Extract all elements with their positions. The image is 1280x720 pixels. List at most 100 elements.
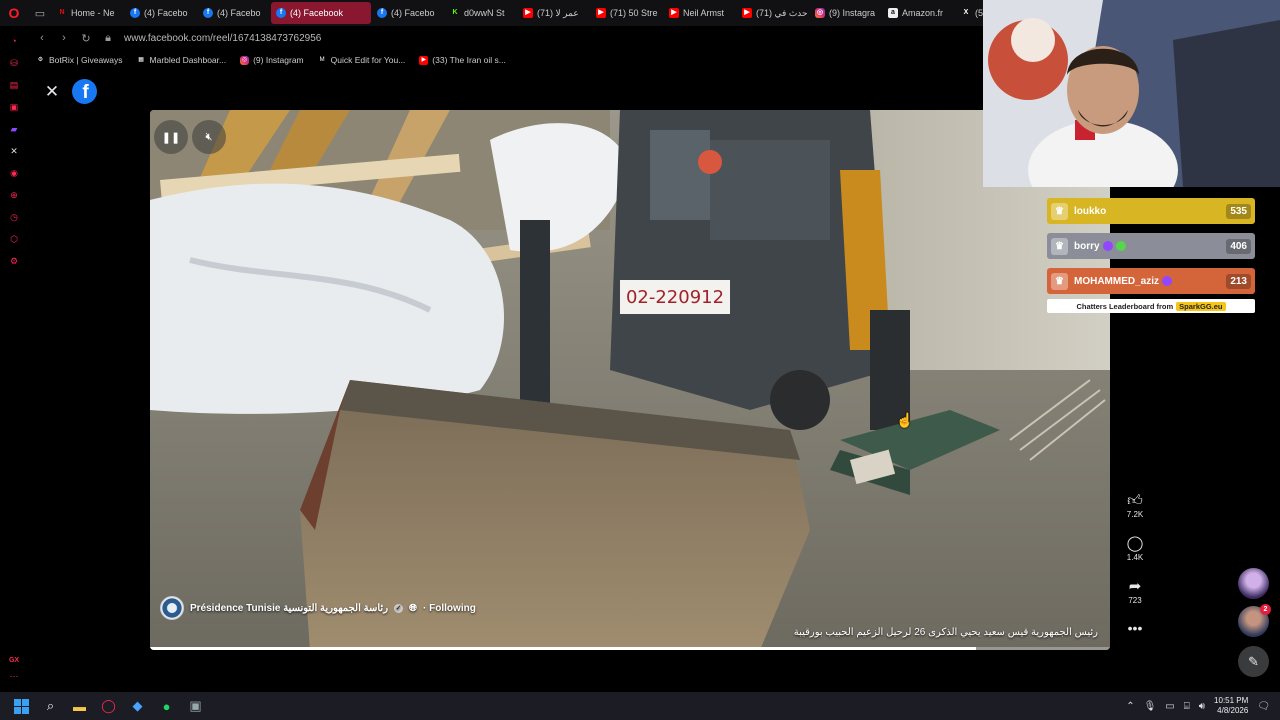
reel-caption: رئيس الجمهورية قيس سعيد يحيي الذكرى 26 ل…	[793, 627, 1098, 638]
start-button[interactable]	[7, 692, 36, 720]
leaderboard-row: ♛ MOHAMMED_aziz 213	[1047, 268, 1255, 294]
share-count: 723	[1128, 596, 1142, 605]
share-icon: ➦	[1128, 578, 1142, 595]
history-icon[interactable]: ◷	[7, 210, 21, 224]
tab-title: d0wwN St	[464, 8, 505, 18]
youtube-icon: ▶	[669, 8, 679, 18]
author-name[interactable]: Présidence Tunisie رئاسة الجمهورية التون…	[190, 603, 388, 614]
microphone-icon[interactable]: 🎙︎	[1144, 701, 1157, 712]
gx-corner-icon[interactable]: ⛁	[7, 56, 21, 70]
crown-icon: ♛	[1051, 272, 1068, 290]
new-message-button[interactable]: ✎	[1238, 646, 1269, 677]
facebook-icon: f	[377, 8, 387, 18]
settings-icon[interactable]: ⚙	[7, 254, 21, 268]
mute-button[interactable]: 🔇︎	[192, 120, 226, 154]
facebook-icon: f	[130, 8, 140, 18]
tab[interactable]: ◎ (9) Instagra	[810, 2, 882, 24]
youtube-icon: ▶	[419, 55, 429, 65]
app-icon[interactable]: ◆	[123, 692, 152, 720]
tab[interactable]: f (4) Facebo	[198, 2, 270, 24]
share-button[interactable]: ➦ 723	[1118, 578, 1152, 605]
tab-title: Neil Armst	[683, 8, 725, 18]
leaderboard-name-wrap: borry	[1074, 241, 1226, 252]
tab[interactable]: ▶ (71) 50 Stre	[591, 2, 663, 24]
like-button[interactable]: 👍︎ 7.2K	[1118, 492, 1152, 519]
unread-badge: 2	[1260, 604, 1271, 615]
leaderboard-brand: SparkGG.eu	[1176, 301, 1226, 311]
pause-icon: ❚❚	[161, 131, 181, 144]
address-bar: ‹ › ↻ 🔒︎ www.facebook.com/reel/167413847…	[28, 26, 982, 50]
leaderboard-name-wrap: MOHAMMED_aziz	[1074, 276, 1226, 287]
instagram-icon: ◎	[815, 8, 825, 18]
bookmark-item[interactable]: M Quick Edit for You...	[318, 55, 406, 65]
chat-head-avatar[interactable]	[1238, 568, 1269, 599]
x-icon[interactable]: ✕	[7, 144, 21, 158]
opera-gx-icon[interactable]: ◯	[94, 692, 123, 720]
facebook-icon: f	[276, 8, 286, 18]
file-explorer-icon[interactable]: ▬	[65, 692, 94, 720]
url-field[interactable]: www.facebook.com/reel/1674138473762956	[124, 33, 321, 44]
tab[interactable]: Kd0wwN St	[445, 2, 517, 24]
pause-button[interactable]: ❚❚	[154, 120, 188, 154]
bookmark-item[interactable]: ▦ Marbled Dashboar...	[137, 55, 226, 65]
tab[interactable]: f (4) Facebo	[372, 2, 444, 24]
tab-title: (71) حدث في	[756, 7, 808, 18]
tab-title: (4) Facebook	[290, 8, 344, 18]
extensions-icon[interactable]: ⬡	[7, 232, 21, 246]
tab[interactable]: f (4) Facebook	[271, 2, 371, 24]
tab[interactable]: a Amazon.fr	[883, 2, 955, 24]
bookmark-item[interactable]: ▶ (33) The Iran oil s...	[419, 55, 506, 65]
back-icon[interactable]: ‹	[36, 32, 48, 44]
notifications-icon[interactable]: 🗨︎	[1257, 701, 1270, 712]
forward-icon[interactable]: ›	[58, 32, 70, 44]
reel-video[interactable]: 02-220912 ❚❚ 🔇︎ Présidence Tunisie رئاسة…	[150, 110, 1110, 650]
gx-icon: GX	[8, 657, 20, 664]
terminal-icon[interactable]: ▣	[181, 692, 210, 720]
twitch-icon[interactable]: ▰	[7, 122, 21, 136]
tab[interactable]: N Home - Ne	[52, 2, 124, 24]
video-progress-bar[interactable]	[150, 647, 1110, 650]
search-icon[interactable]: ⌕	[36, 692, 65, 720]
kick-icon: K	[450, 8, 460, 18]
more-icon[interactable]: ⋯	[10, 671, 19, 682]
tab[interactable]: f (4) Facebo	[125, 2, 197, 24]
close-icon: ✕	[44, 82, 60, 101]
spotify-icon[interactable]: ●	[152, 692, 181, 720]
author-avatar[interactable]	[160, 596, 184, 620]
bookmark-item[interactable]: ◎ (9) Instagram	[240, 55, 304, 65]
comment-button[interactable]: ◯ 1.4K	[1118, 535, 1152, 562]
facebook-logo-icon[interactable]: f	[72, 79, 97, 104]
tab-title: (4) Facebo	[217, 8, 261, 18]
speaker-muted-icon: 🔇︎	[205, 130, 213, 143]
tab[interactable]: ▶ Neil Armst	[664, 2, 736, 24]
volume-icon[interactable]: 🔊︎	[1199, 701, 1205, 712]
more-icon: •••	[1127, 620, 1143, 636]
browser-window: O ▭ N Home - Ne f (4) Facebo f (4) Facebo f (4)…	[0, 0, 1280, 720]
chevron-up-icon[interactable]: ⌃	[1126, 701, 1134, 712]
pinboard-icon[interactable]: ▣	[7, 100, 21, 114]
close-button[interactable]: ✕	[40, 80, 64, 104]
grid-icon: ▦	[138, 56, 144, 63]
reload-icon[interactable]: ↻	[80, 32, 92, 45]
crown-icon: ♛	[1051, 237, 1068, 255]
tab[interactable]: ▶ (71) عمر لا	[518, 2, 590, 24]
bookmark-item[interactable]: ⚙ BotRix | Giveaways	[36, 55, 123, 65]
network-icon[interactable]: ⌸	[1184, 701, 1190, 712]
clock[interactable]: 10:51 PM 4/8/2026	[1214, 696, 1248, 716]
crown-icon: ♛	[1051, 202, 1068, 220]
aria-icon[interactable]: ◔	[7, 34, 21, 48]
bookmark-label: BotRix | Giveaways	[49, 55, 123, 65]
opera-logo-icon[interactable]: O	[0, 0, 28, 26]
display-icon[interactable]: ▭	[1165, 701, 1174, 712]
tab[interactable]: ▶ (71) حدث في	[737, 2, 809, 24]
clock-date: 4/8/2026	[1217, 706, 1249, 715]
sub-badge-icon	[1102, 241, 1113, 251]
bookmark-label: (33) The Iran oil s...	[432, 55, 506, 65]
player-icon[interactable]: ⊕	[7, 188, 21, 202]
tab-menu-icon[interactable]: ▭	[28, 0, 52, 26]
news-icon[interactable]: ▤	[7, 78, 21, 92]
more-options-button[interactable]: •••	[1118, 620, 1152, 636]
discord-icon[interactable]: ◉	[7, 166, 21, 180]
leaderboard-row: ♛ loukko 535	[1047, 198, 1255, 224]
following-button[interactable]: · Following	[423, 603, 476, 614]
